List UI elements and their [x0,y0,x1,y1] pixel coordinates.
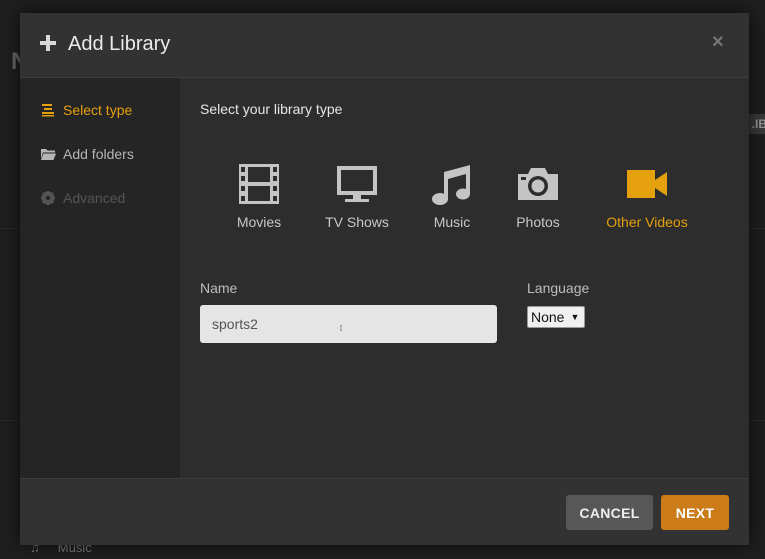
library-name-input[interactable]: sports2 [200,305,497,343]
library-type-prompt: Select your library type [200,101,343,117]
cancel-button[interactable]: CANCEL [566,495,653,530]
dialog-title: Add Library [68,33,171,55]
type-movies[interactable]: Movies [209,162,309,230]
text-cursor-icon [340,325,342,331]
gear-icon [40,190,56,206]
folder-icon [40,146,56,162]
video-camera-icon [627,170,667,198]
language-select[interactable]: None ▼ [527,306,585,328]
list-icon [40,102,56,118]
sidebar-item-add-folders[interactable]: Add folders [40,144,134,164]
type-other-videos[interactable]: Other Videos [597,162,697,230]
dropdown-arrow-icon: ▼ [570,312,580,322]
tv-icon [337,166,377,202]
sidebar-item-advanced: Advanced [40,188,125,208]
sidebar-item-label: Advanced [63,190,126,206]
dialog-footer: CANCEL NEXT [20,478,749,545]
language-label: Language [527,280,590,296]
type-tv-shows[interactable]: TV Shows [307,162,407,230]
background-tag: .IB [749,114,765,134]
plus-icon [40,35,56,51]
sidebar-item-select-type[interactable]: Select type [40,100,132,120]
wizard-sidebar: Select type Add folders Advanced [20,78,180,478]
type-photos[interactable]: Photos [488,162,588,230]
sidebar-item-label: Select type [63,102,133,118]
type-music[interactable]: Music [402,162,502,230]
sidebar-item-label: Add folders [63,146,134,162]
language-value: None [531,309,565,325]
name-label: Name [200,280,238,296]
music-icon [432,165,470,205]
type-label: Movies [236,214,282,230]
type-label: TV Shows [325,214,389,230]
next-button[interactable]: NEXT [661,495,729,530]
wizard-content: Select your library type Movies TV Shows… [180,78,749,478]
camera-icon [518,168,558,200]
film-icon [239,164,279,204]
dialog-header: Add Library × [20,13,749,78]
type-label: Music [433,214,471,230]
library-name-value: sports2 [212,316,258,332]
type-label: Photos [516,214,560,230]
type-label: Other Videos [606,214,688,230]
add-library-dialog: Add Library × Select type Add folders Ad… [20,13,749,545]
close-button[interactable]: × [712,31,724,54]
